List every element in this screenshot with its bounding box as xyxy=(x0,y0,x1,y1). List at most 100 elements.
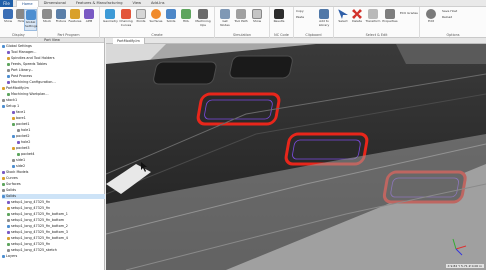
transform-button[interactable]: Transform xyxy=(365,9,381,31)
tree-node-label: stock1 xyxy=(6,98,18,102)
3d-viewport[interactable]: PartModify.lm X 9.82 Y 5.71 Z 0.00 in xyxy=(106,38,486,270)
tree-node-label: side1 xyxy=(16,158,26,162)
tree-node-label: Global Settings xyxy=(6,44,32,48)
tree-node[interactable]: pocket4 xyxy=(17,152,105,157)
apm-icon xyxy=(84,9,94,19)
toolpath-pocket-1[interactable] xyxy=(196,92,281,126)
tree-node-icon xyxy=(7,51,10,54)
tree-node[interactable]: hole1 xyxy=(17,128,105,133)
tree-node[interactable]: Machining Workplan... xyxy=(7,92,105,97)
results-button[interactable]: Results xyxy=(272,9,286,31)
tree-node[interactable]: side2 xyxy=(12,164,105,169)
tree-node-icon xyxy=(7,249,10,252)
tree-node[interactable]: Machining Configuration... xyxy=(7,80,105,85)
tab-home[interactable]: Home xyxy=(16,0,39,7)
surfaces-icon xyxy=(151,9,161,19)
tree-node[interactable]: side1 xyxy=(12,158,105,163)
copy-button[interactable]: Copy xyxy=(296,9,304,14)
ecu-grades-button[interactable]: ECU Grades xyxy=(400,11,418,16)
tree-node[interactable]: Post Process xyxy=(7,74,105,79)
tree-node-icon xyxy=(7,213,10,216)
machining-ops-button[interactable]: Machining Ops xyxy=(194,9,212,31)
get-nodes-button[interactable]: Get Nodes xyxy=(218,9,232,31)
cad-scene[interactable] xyxy=(106,44,486,270)
tree-node-label: Spindles and Tool Holders xyxy=(11,56,55,60)
tree-node[interactable]: Surfaces xyxy=(2,182,105,187)
tree-node[interactable]: Part Library... xyxy=(7,68,105,73)
global-settings-button[interactable]: Global Settings xyxy=(24,9,37,31)
tree-node[interactable]: pocket2 xyxy=(12,134,105,139)
tool-path-button[interactable]: Tool Path xyxy=(234,9,248,31)
tree-node-icon xyxy=(7,75,10,78)
delete-button[interactable]: Delete xyxy=(350,9,364,31)
tree-node[interactable]: hole2 xyxy=(17,140,105,145)
tree-node[interactable]: stock1 xyxy=(2,98,105,103)
tree-node-icon xyxy=(2,195,5,198)
points-button[interactable]: Points xyxy=(134,9,148,31)
features-button[interactable]: Features xyxy=(68,9,82,31)
tree-node[interactable]: Stock Models xyxy=(2,170,105,175)
properties-icon xyxy=(385,9,395,19)
tree-node[interactable]: pocket1 xyxy=(12,122,105,127)
save-host-button[interactable]: Save Host xyxy=(442,9,457,14)
tree-node[interactable]: setup1_long_47325_fin_bottom_1 xyxy=(7,212,105,217)
apm-button[interactable]: APM xyxy=(82,9,96,31)
tree-node[interactable]: Tool Manager... xyxy=(7,50,105,55)
tree-node-label: Setup 1 xyxy=(6,104,20,108)
tab-dimensional[interactable]: Dimensional xyxy=(39,0,71,7)
tree-node[interactable]: Curves xyxy=(2,176,105,181)
paste-button[interactable]: Paste xyxy=(296,15,304,20)
geometry-button[interactable]: Geometry xyxy=(103,9,118,31)
tab-add-ins[interactable]: Add-Ins xyxy=(146,0,169,7)
tree-node[interactable]: setup1_long_47325_fin xyxy=(7,200,105,205)
tree-node[interactable]: setup1_long_47325_sketch xyxy=(7,248,105,253)
tree-node[interactable]: setup1_long_47325_fin_bottom_2 xyxy=(7,224,105,229)
show-button[interactable]: Show xyxy=(1,9,15,31)
edit-options-button[interactable]: Edit xyxy=(424,9,438,31)
ribbon-tabs: Home Dimensional Features & Manufacturin… xyxy=(16,0,170,7)
simulate-show-button[interactable]: Show xyxy=(250,9,264,31)
tree-node[interactable]: pocket3 xyxy=(12,146,105,151)
tree-node[interactable]: Layers xyxy=(2,254,105,259)
properties-button[interactable]: Properties xyxy=(382,9,398,31)
add-to-library-button[interactable]: Add to Library xyxy=(316,9,332,31)
tree-node-icon xyxy=(2,99,5,102)
tab-features-manufacturing[interactable]: Features & Manufacturing xyxy=(71,0,128,7)
tree-node-label: pocket3 xyxy=(16,146,30,150)
tree-node[interactable]: face1 xyxy=(12,110,105,115)
file-tab[interactable]: File xyxy=(0,0,13,7)
solids-button[interactable]: Solids xyxy=(164,9,178,31)
features-icon xyxy=(70,9,80,19)
tree-node[interactable]: bore1 xyxy=(12,116,105,121)
app-window: File Home Dimensional Features & Manufac… xyxy=(0,0,486,270)
tree-node[interactable]: setup1_long_47325_fin_bottom_4 xyxy=(7,236,105,241)
stock-button[interactable]: Stock xyxy=(40,9,54,31)
select-button[interactable]: Select xyxy=(336,9,350,31)
tree-node[interactable]: setup1_long_47325_fin_bottom_3 xyxy=(7,230,105,235)
tree-node[interactable]: Setup 1 xyxy=(2,104,105,109)
tree-node[interactable]: PartModify.lm xyxy=(2,86,105,91)
tree-node[interactable]: setup1_long_47325_fin xyxy=(7,242,105,247)
tree-node[interactable]: Feeds, Speeds Tables xyxy=(7,62,105,67)
tree-node-label: Part Library... xyxy=(11,68,34,72)
tree-node[interactable]: setup1_long_47325_fin xyxy=(7,206,105,211)
tree-node-icon xyxy=(12,135,15,138)
cursor-icon xyxy=(338,9,348,19)
tree-node-label: Stock Models xyxy=(6,170,29,174)
tree-node[interactable]: setup1_long_47325_fin_bottom xyxy=(7,218,105,223)
tree-node[interactable]: Spindles and Tool Holders xyxy=(7,56,105,61)
hole-button[interactable]: HOL xyxy=(179,9,193,31)
tree-node[interactable]: Solids xyxy=(2,194,105,199)
curves-icon xyxy=(121,9,131,19)
tree-node[interactable]: Solids xyxy=(2,188,105,193)
reload-button[interactable]: Reload xyxy=(442,15,452,20)
chaining-curves-button[interactable]: Chaining Curves xyxy=(119,9,133,31)
fixture-icon xyxy=(56,9,66,19)
tree-node[interactable]: Global Settings xyxy=(2,44,105,49)
coordinate-readout: X 9.82 Y 5.71 Z 0.00 in xyxy=(445,264,484,268)
tab-view[interactable]: View xyxy=(128,0,147,7)
fixture-button[interactable]: Fixture xyxy=(54,9,68,31)
tree-node-icon xyxy=(7,231,10,234)
surfaces-button[interactable]: Surfaces xyxy=(149,9,163,31)
tree-node-icon xyxy=(2,105,5,108)
